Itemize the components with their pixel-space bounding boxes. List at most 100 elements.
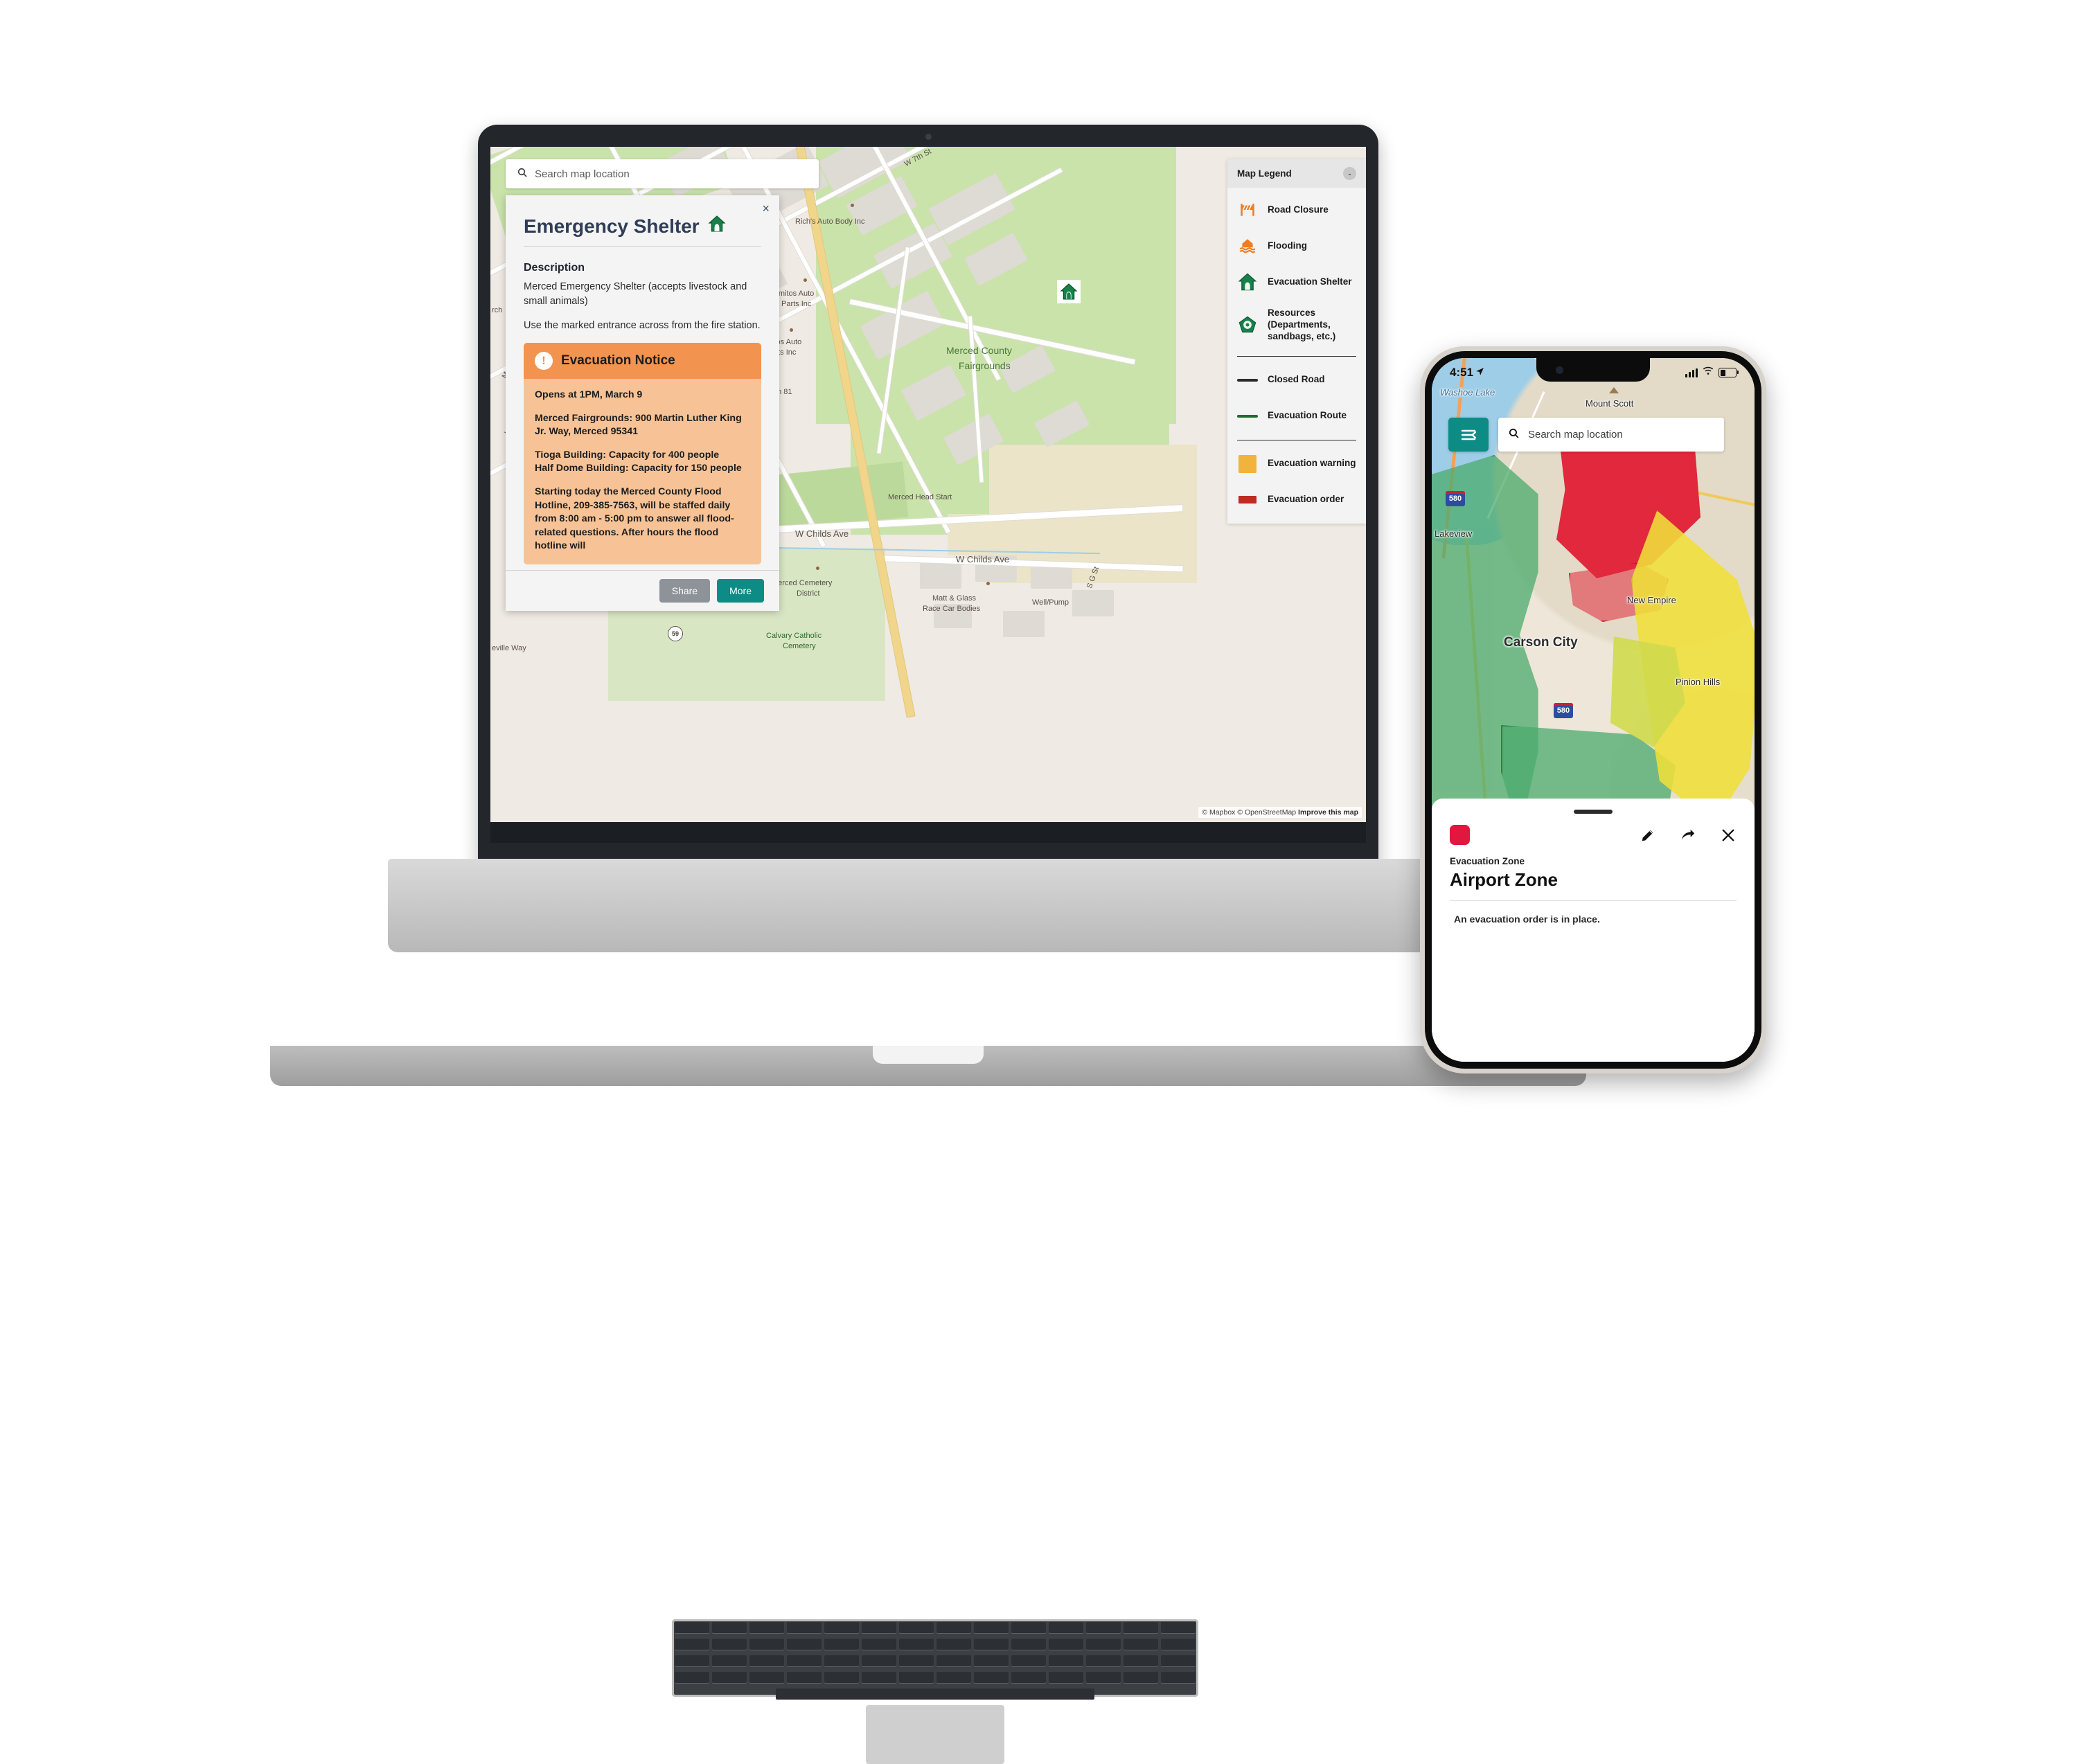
road-barrier-icon [1237,199,1258,220]
map-legend-panel: Map Legend - Road Closure Flooding Evacu… [1227,159,1366,524]
search-icon [1508,427,1520,443]
line-swatch-route-icon [1237,406,1258,427]
search-input[interactable]: Search map location [506,159,819,188]
mountain-peak-icon [1609,387,1619,393]
legend-item-closed-road[interactable]: Closed Road [1227,362,1366,398]
desktop-map-canvas[interactable]: W 7th St K St Rich's Auto Body Inc Alami… [490,147,1366,822]
notice-paragraph-2: Merced Fairgrounds: 900 Martin Luther Ki… [535,412,742,438]
phone-map-label-lakeview: Lakeview [1435,528,1473,539]
laptop-keyboard [672,1619,1198,1700]
legend-divider [1237,355,1356,357]
laptop-screen: W 7th St K St Rich's Auto Body Inc Alami… [490,147,1366,822]
share-arrow-icon[interactable] [1680,827,1696,844]
shelter-home-icon [708,215,726,238]
feature-popup: × Emergency Shelter Description Merced E… [506,195,779,611]
evacuation-notice-header: ! Evacuation Notice [524,343,761,380]
share-button[interactable]: Share [659,579,711,603]
map-legend-items: Road Closure Flooding Evacuation Shelter… [1227,188,1366,524]
sheet-drag-handle[interactable] [1574,810,1613,814]
more-button[interactable]: More [717,579,764,603]
close-x-icon[interactable] [1720,827,1737,844]
laptop-trackpad[interactable] [866,1705,1004,1764]
wifi-icon [1703,366,1714,379]
legend-item-evacuation-route[interactable]: Evacuation Route [1227,398,1366,434]
evacuation-notice-title: Evacuation Notice [561,353,675,368]
attribution-mapbox: © Mapbox [1202,808,1236,817]
popup-title-text: Emergency Shelter [524,215,700,237]
laptop-base [388,859,1468,1764]
status-time: 4:51 [1450,363,1484,382]
page-title: Emergency Shelter [524,215,761,238]
flood-water-icon [1237,235,1258,256]
evacuation-notice: ! Evacuation Notice Opens at 1PM, March … [524,343,761,564]
laptop-screen-chin [490,822,1366,843]
phone-screen: 580 580 Washoe Lake Mount Scott Lakeview… [1432,358,1755,1062]
phone-map-label-carson-city: Carson City [1504,635,1578,650]
status-badge [1450,825,1470,845]
collapse-menu-icon[interactable] [1448,418,1489,452]
notice-paragraph-1: Opens at 1PM, March 9 [535,389,643,401]
phone-search-input[interactable]: Search map location [1498,418,1724,452]
sheet-title: Airport Zone [1450,869,1558,890]
pencil-icon[interactable] [1640,827,1656,844]
notice-paragraph-3: Tioga Building: Capacity for 400 people … [535,449,742,474]
map-legend-header: Map Legend - [1227,159,1366,188]
laptop-lid: W 7th St K St Rich's Auto Body Inc Alami… [478,125,1378,869]
legend-item-resources[interactable]: Resources (Departments, sandbags, etc.) [1227,300,1366,350]
description-paragraph-1: Merced Emergency Shelter (accepts livest… [524,281,747,308]
legend-label: Evacuation warning [1268,458,1356,469]
highway-shield-580-south: 580 [1554,703,1573,718]
close-icon[interactable]: × [762,202,770,215]
square-swatch-warning-icon [1237,454,1258,474]
laptop-device: W 7th St K St Rich's Auto Body Inc Alami… [270,125,1586,1764]
legend-item-evacuation-shelter[interactable]: Evacuation Shelter [1227,264,1366,300]
zone-detail-sheet: Evacuation Zone Airport Zone An evacuati… [1432,799,1755,1062]
sheet-description: An evacuation order is in place. [1454,914,1600,925]
legend-label: Flooding [1268,240,1307,251]
legend-item-flooding[interactable]: Flooding [1227,228,1366,264]
sheet-kicker: Evacuation Zone [1450,856,1525,866]
search-placeholder: Search map location [535,168,630,180]
map-attribution[interactable]: © Mapbox © OpenStreetMap Improve this ma… [1198,807,1362,818]
screenshot-stage: W 7th St K St Rich's Auto Body Inc Alami… [0,0,2078,1764]
phone-map-label-washoe-lake: Washoe Lake [1440,387,1495,398]
highway-shield-580-north: 580 [1446,491,1465,506]
laptop-camera-icon [925,134,932,140]
line-swatch-closed-icon [1237,370,1258,391]
legend-label: Closed Road [1268,374,1325,385]
popup-footer: Share More [506,570,779,611]
phone-device: 580 580 Washoe Lake Mount Scott Lakeview… [1420,346,1766,1073]
search-icon [517,167,528,181]
sheet-action-group [1640,827,1737,844]
phone-map-label-pinion-hills: Pinion Hills [1676,677,1721,687]
legend-item-road-closure[interactable]: Road Closure [1227,192,1366,228]
legend-label: Road Closure [1268,204,1329,215]
resource-gear-icon [1237,314,1258,335]
battery-low-icon [1719,368,1739,377]
legend-label: Resources (Departments, sandbags, etc.) [1268,308,1336,341]
description-heading: Description [524,262,585,274]
phone-search-placeholder: Search map location [1528,429,1623,440]
alert-exclamation-icon: ! [535,352,553,371]
map-pin-evacuation-shelter[interactable] [1057,280,1081,303]
legend-label: Evacuation Shelter [1268,276,1352,287]
signal-bars-icon [1685,368,1698,377]
laptop-front-notch [873,1046,984,1064]
minimize-icon[interactable]: - [1343,167,1356,180]
legend-item-evacuation-order[interactable]: Evacuation order [1227,482,1366,518]
phone-map-label-new-empire: New Empire [1627,595,1676,605]
sheet-divider [1450,900,1737,901]
phone-status-bar: 4:51 [1432,363,1755,382]
popup-body: Description Merced Emergency Shelter (ac… [506,247,779,570]
legend-label: Evacuation order [1268,494,1344,505]
legend-item-evacuation-warning[interactable]: Evacuation warning [1227,446,1366,482]
legend-label: Evacuation Route [1268,410,1347,421]
shelter-home-icon [1237,271,1258,292]
attribution-improve-link[interactable]: Improve this map [1298,808,1358,817]
bar-swatch-order-icon [1237,490,1258,510]
attribution-osm: © OpenStreetMap [1237,808,1297,817]
status-indicators [1685,363,1739,382]
phone-map-label-mount-scott: Mount Scott [1586,398,1634,409]
evacuation-notice-body: Opens at 1PM, March 9 Merced Fairgrounds… [524,379,761,564]
description-paragraph-2: Use the marked entrance across from the … [524,320,761,332]
